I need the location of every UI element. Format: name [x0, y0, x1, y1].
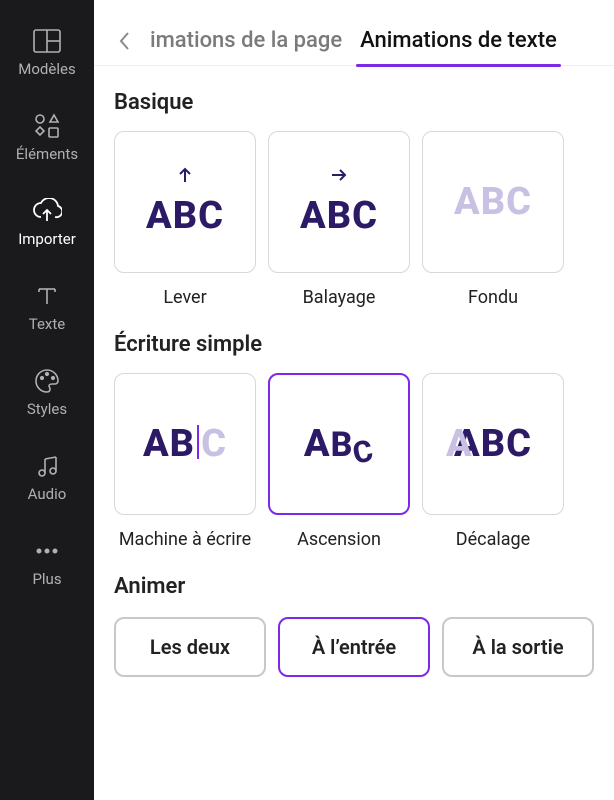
animate-both-button[interactable]: Les deux	[114, 617, 266, 677]
animation-thumb[interactable]: ABC	[268, 131, 410, 273]
tab-page-animations[interactable]: imations de la page	[146, 20, 346, 65]
animation-label: Balayage	[303, 287, 376, 308]
templates-icon	[33, 28, 61, 54]
abc-preview: AABC	[454, 422, 532, 466]
animation-card-pan: ABC Balayage	[268, 131, 410, 308]
section-title: Écriture simple	[114, 332, 594, 357]
animation-thumb[interactable]: AABC	[422, 373, 564, 515]
sidebar-item-styles[interactable]: Styles	[0, 350, 94, 435]
sidebar-item-label: Éléments	[16, 147, 78, 162]
animation-label: Fondu	[468, 287, 518, 308]
sidebar-item-label: Modèles	[18, 62, 75, 77]
chevron-left-icon[interactable]	[114, 26, 136, 60]
arrow-up-icon	[176, 166, 194, 188]
sidebar-item-label: Styles	[27, 402, 67, 417]
animation-thumb[interactable]: ABC	[422, 131, 564, 273]
sidebar-item-audio[interactable]: Audio	[0, 435, 94, 520]
animate-button-row: Les deux À l’entrée À la sortie	[114, 617, 594, 677]
animation-thumb[interactable]: ABC	[114, 131, 256, 273]
animation-card-typewriter: ABC Machine à écrire	[114, 373, 256, 550]
card-grid: ABC Machine à écrire ABC Ascension AABC	[114, 373, 594, 550]
animation-label: Machine à écrire	[119, 529, 251, 550]
abc-preview: ABC	[454, 180, 532, 224]
upload-cloud-icon	[32, 198, 62, 224]
animation-thumb[interactable]: ABC	[114, 373, 256, 515]
tabs-row: imations de la page Animations de texte	[94, 0, 614, 65]
animation-label: Ascension	[297, 529, 381, 550]
sidebar-item-text[interactable]: Texte	[0, 265, 94, 350]
main-panel: imations de la page Animations de texte …	[94, 0, 614, 800]
animation-label: Lever	[163, 287, 206, 308]
card-grid: ABC Lever ABC Balayage ABC	[114, 131, 594, 308]
animation-card-fade: ABC Fondu	[422, 131, 564, 308]
audio-icon	[35, 453, 59, 479]
sidebar-item-more[interactable]: Plus	[0, 520, 94, 605]
animation-card-rise: ABC Lever	[114, 131, 256, 308]
abc-preview: ABC	[143, 422, 227, 466]
abc-preview: ABC	[146, 194, 224, 238]
elements-icon	[34, 113, 60, 139]
palette-icon	[34, 368, 60, 394]
sidebar-item-label: Importer	[18, 232, 76, 247]
section-title: Basique	[114, 90, 594, 115]
sidebar-item-import[interactable]: Importer	[0, 180, 94, 265]
animation-card-shift: AABC Décalage	[422, 373, 564, 550]
animation-thumb[interactable]: ABC	[268, 373, 410, 515]
abc-preview: ABC	[300, 194, 378, 238]
arrow-right-icon	[330, 166, 348, 188]
section-basic: Basique ABC Lever	[94, 66, 614, 308]
sidebar-item-label: Plus	[32, 572, 61, 587]
tab-text-animations[interactable]: Animations de texte	[356, 20, 561, 65]
animate-in-button[interactable]: À l’entrée	[278, 617, 430, 677]
section-writing: Écriture simple ABC Machine à écrire ABC…	[94, 308, 614, 550]
sidebar-item-templates[interactable]: Modèles	[0, 10, 94, 95]
animation-label: Décalage	[456, 529, 530, 550]
sidebar-item-label: Texte	[29, 317, 65, 332]
animation-card-ascend: ABC Ascension	[268, 373, 410, 550]
sidebar-item-elements[interactable]: Éléments	[0, 95, 94, 180]
animate-out-button[interactable]: À la sortie	[442, 617, 594, 677]
sidebar: Modèles Éléments Importer	[0, 0, 94, 800]
text-icon	[35, 283, 59, 309]
section-animate: Animer Les deux À l’entrée À la sortie	[94, 550, 614, 697]
sidebar-item-label: Audio	[28, 487, 67, 502]
more-icon	[35, 538, 59, 564]
abc-preview: ABC	[304, 422, 374, 466]
section-title: Animer	[114, 574, 594, 599]
